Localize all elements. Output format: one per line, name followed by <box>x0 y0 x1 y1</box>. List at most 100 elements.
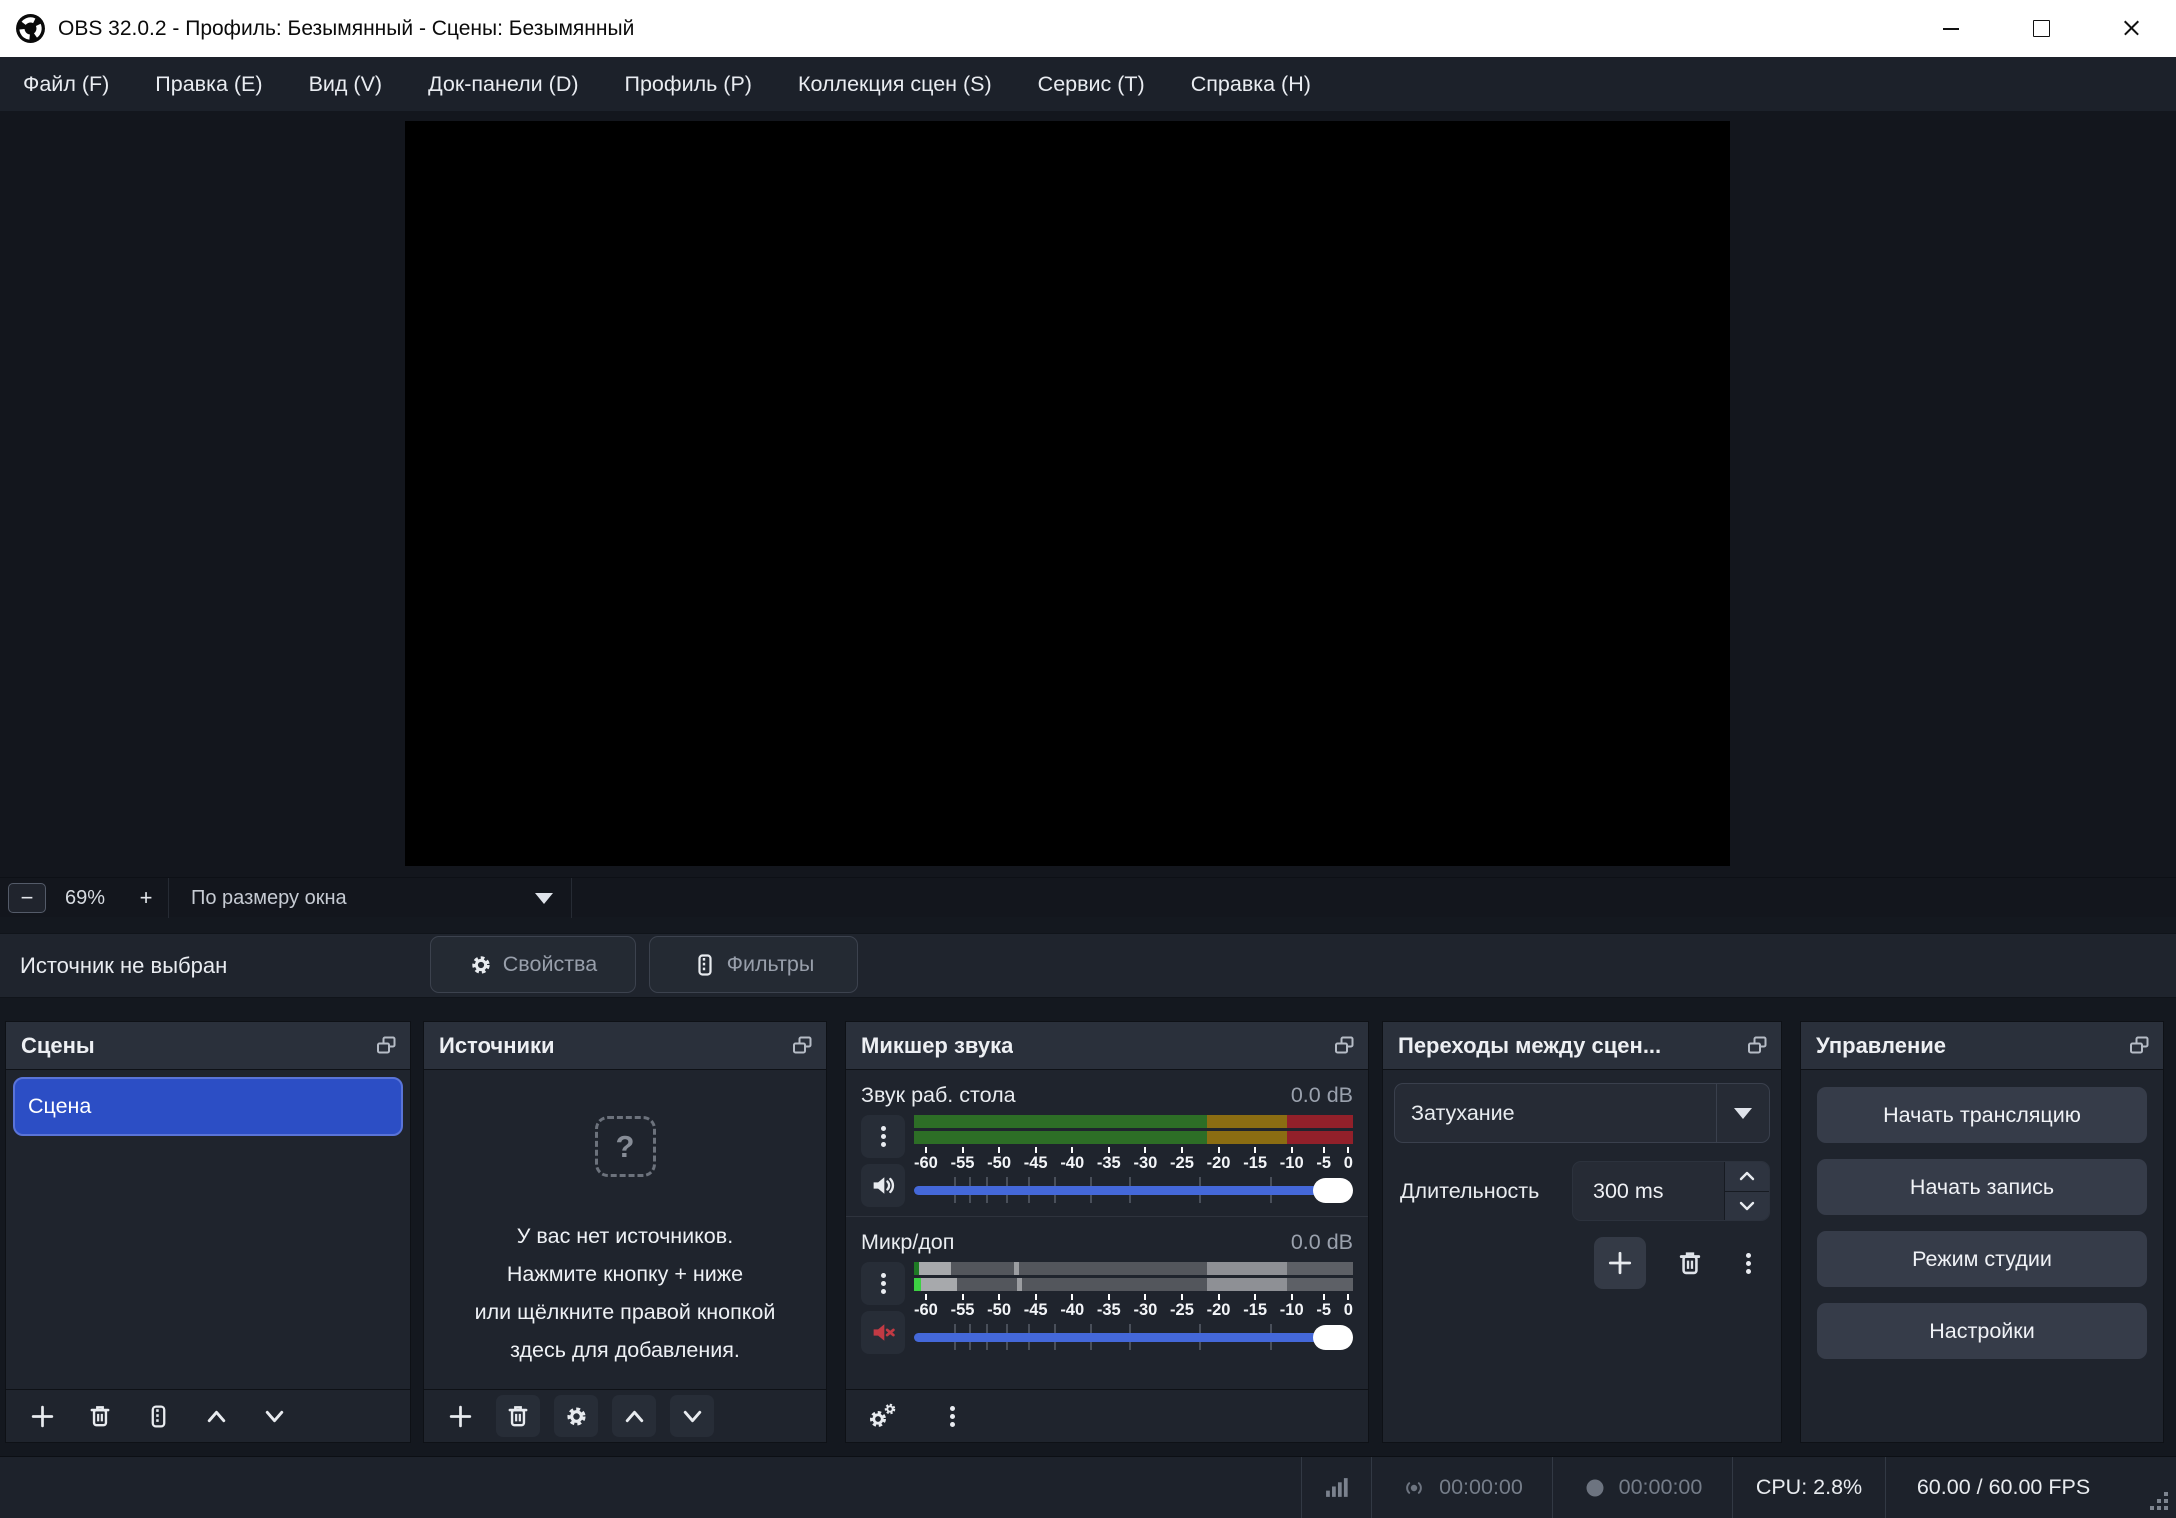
popout-icon[interactable] <box>376 1036 397 1055</box>
fit-mode-dropdown[interactable]: По размеру окна <box>169 878 571 918</box>
filter-icon <box>151 1404 165 1428</box>
chevron-down-icon <box>535 892 553 904</box>
preview-area <box>0 111 2176 917</box>
record-time: 00:00:00 <box>1618 1475 1703 1499</box>
scene-list-item[interactable]: Сцена <box>13 1077 403 1136</box>
remove-source-button[interactable] <box>496 1395 540 1437</box>
sources-dock-title: Источники <box>439 1032 555 1058</box>
resize-grip-icon[interactable] <box>2150 1492 2168 1510</box>
transitions-dock-header[interactable]: Переходы между сцен... <box>1383 1022 1781 1070</box>
settings-button[interactable]: Настройки <box>1817 1303 2147 1359</box>
meter-segment <box>950 1262 1015 1275</box>
transition-selected: Затухание <box>1411 1100 1515 1125</box>
db-scale: -60 -55 -50 -45 -40 -35 -30 -25 -20 -15 -10 -5 0 <box>914 1294 1353 1319</box>
channel-name: Микр/доп <box>861 1230 955 1254</box>
scenes-dock-header[interactable]: Сцены <box>6 1022 410 1070</box>
zoom-out-button[interactable]: − <box>8 883 46 913</box>
popout-icon[interactable] <box>1747 1036 1768 1055</box>
chevron-up-icon <box>625 1410 643 1422</box>
transition-actions <box>1394 1237 1770 1289</box>
add-scene-button[interactable] <box>20 1395 64 1437</box>
record-timer: 00:00:00 <box>1552 1457 1732 1518</box>
studio-mode-button[interactable]: Режим студии <box>1817 1231 2147 1287</box>
source-properties-button[interactable] <box>554 1395 598 1437</box>
transition-select[interactable]: Затухание <box>1394 1083 1770 1143</box>
close-button[interactable] <box>2086 0 2176 57</box>
mute-button[interactable] <box>861 1164 905 1207</box>
channel-menu-button[interactable] <box>861 1115 905 1158</box>
kebab-icon <box>880 1123 886 1150</box>
remove-transition-button[interactable] <box>1668 1242 1712 1284</box>
volume-slider[interactable] <box>914 1174 1353 1206</box>
menu-help[interactable]: Справка (H) <box>1168 57 1334 111</box>
remove-scene-button[interactable] <box>78 1395 122 1437</box>
popout-icon[interactable] <box>2129 1036 2150 1055</box>
menu-tools[interactable]: Сервис (T) <box>1015 57 1168 111</box>
add-source-button[interactable] <box>438 1395 482 1437</box>
filters-button[interactable]: Фильтры <box>649 936 858 993</box>
zoom-level: 69% <box>64 886 106 909</box>
question-box-icon: ? <box>594 1116 656 1177</box>
slider-groove <box>914 1333 1351 1342</box>
menu-view[interactable]: Вид (V) <box>286 57 406 111</box>
start-recording-button[interactable]: Начать запись <box>1817 1159 2147 1215</box>
preview-canvas[interactable] <box>405 121 1730 866</box>
sources-dock-header[interactable]: Источники <box>424 1022 826 1070</box>
popout-icon[interactable] <box>792 1036 813 1055</box>
menu-file[interactable]: Файл (F) <box>0 57 132 111</box>
titlebar: OBS 32.0.2 - Профиль: Безымянный - Сцены… <box>0 0 2176 57</box>
duration-decrease-button[interactable] <box>1725 1191 1769 1220</box>
duration-spinbox[interactable]: 300 ms <box>1572 1161 1770 1221</box>
popout-icon[interactable] <box>1334 1036 1355 1055</box>
statusbar-right: 00:00:00 00:00:00 CPU: 2.8% 60.00 / 60.0… <box>1301 1457 2176 1518</box>
move-source-up-button[interactable] <box>612 1395 656 1437</box>
transitions-panel: Затухание Длительность 300 ms <box>1383 1070 1781 1442</box>
menu-scene-collection[interactable]: Коллекция сцен (S) <box>775 57 1015 111</box>
slider-handle[interactable] <box>1313 1178 1353 1203</box>
volume-slider[interactable] <box>914 1321 1353 1353</box>
scenes-list[interactable]: Сцена <box>6 1070 410 1389</box>
advanced-audio-button[interactable] <box>860 1395 904 1437</box>
meter-segment <box>1287 1131 1353 1144</box>
mixer-dock-header[interactable]: Микшер звука <box>846 1022 1368 1070</box>
menu-edit[interactable]: Правка (E) <box>132 57 285 111</box>
scene-filters-button[interactable] <box>136 1395 180 1437</box>
broadcast-icon <box>1406 1481 1423 1494</box>
mixer-menu-button[interactable] <box>930 1395 974 1437</box>
minimize-button[interactable] <box>1906 0 1996 57</box>
sources-list[interactable]: ? У вас нет источников. Нажмите кнопку +… <box>424 1070 826 1389</box>
move-scene-down-button[interactable] <box>252 1395 296 1437</box>
menu-docks[interactable]: Док-панели (D) <box>405 57 601 111</box>
kebab-icon <box>880 1270 886 1297</box>
menu-profile[interactable]: Профиль (P) <box>602 57 775 111</box>
speaker-muted-icon <box>873 1324 895 1341</box>
trash-icon <box>508 1406 528 1427</box>
controls-dock-header[interactable]: Управление <box>1801 1022 2163 1070</box>
start-streaming-button[interactable]: Начать трансляцию <box>1817 1087 2147 1143</box>
properties-button[interactable]: Свойства <box>430 936 636 993</box>
channel-name: Звук раб. стола <box>861 1083 1016 1107</box>
plus-icon <box>1608 1251 1632 1275</box>
meter-segment <box>914 1278 921 1291</box>
add-transition-button[interactable] <box>1594 1237 1646 1289</box>
transition-menu-button[interactable] <box>1734 1242 1762 1284</box>
mixer-toolbar <box>846 1389 1368 1442</box>
sources-empty-state: ? У вас нет источников. Нажмите кнопку +… <box>424 1070 826 1389</box>
channel-menu-button[interactable] <box>861 1262 905 1305</box>
sources-empty-text: У вас нет источников. Нажмите кнопку + н… <box>475 1217 776 1369</box>
move-scene-up-button[interactable] <box>194 1395 238 1437</box>
maximize-button[interactable] <box>1996 0 2086 57</box>
mixer-channels: Звук раб. стола 0.0 dB -60 -55 -50 -45 -… <box>846 1070 1368 1389</box>
controls-panel: Начать трансляцию Начать запись Режим ст… <box>1801 1070 2163 1442</box>
meter-segment <box>1206 1262 1288 1275</box>
stream-timer: 00:00:00 <box>1371 1457 1552 1518</box>
mixer-dock-title: Микшер звука <box>861 1032 1014 1058</box>
slider-handle[interactable] <box>1313 1325 1353 1350</box>
mute-button[interactable] <box>861 1311 905 1354</box>
move-source-down-button[interactable] <box>670 1395 714 1437</box>
zoom-in-button[interactable]: + <box>124 885 168 911</box>
scenes-dock-title: Сцены <box>21 1032 95 1058</box>
duration-increase-button[interactable] <box>1725 1162 1769 1192</box>
meter-segment <box>1206 1115 1288 1128</box>
meter-segment <box>1021 1278 1207 1291</box>
